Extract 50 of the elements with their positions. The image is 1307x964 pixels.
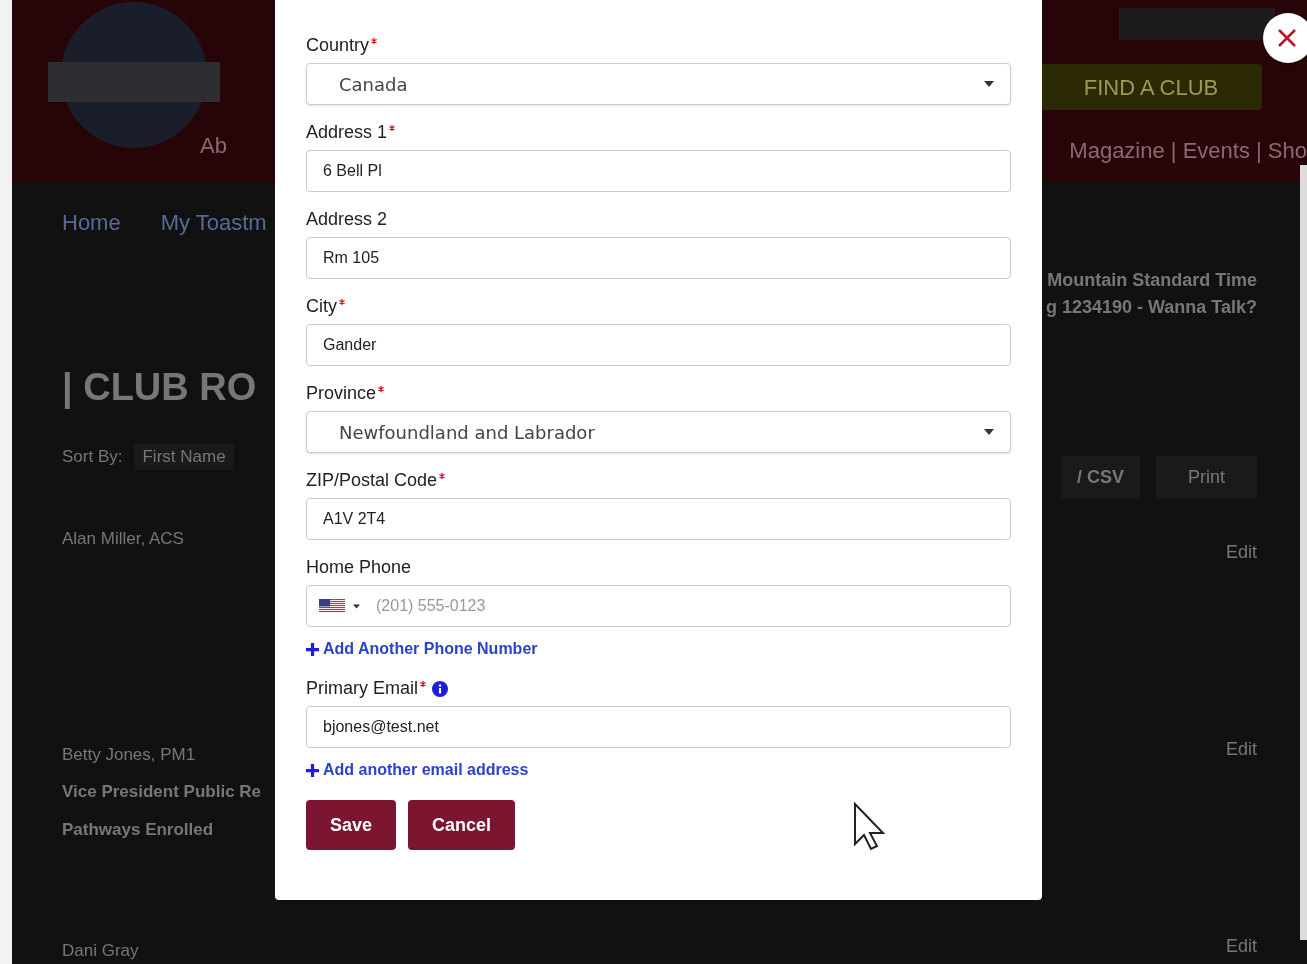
club-info-text: Mountain Standard Time — [1047, 269, 1257, 292]
field-label: Address 2 — [306, 208, 388, 231]
search-field[interactable] — [1119, 8, 1275, 40]
member-name: Betty Jones, PM1 — [62, 743, 197, 766]
caret-icon — [984, 429, 994, 435]
input-field[interactable]: Gander — [306, 324, 1011, 366]
add-link[interactable]: Add Another Phone Number — [323, 637, 538, 661]
club-info-text: g 1234190 - Wanna Talk? — [1045, 296, 1257, 319]
member-detail: Pathways Enrolled — [62, 818, 215, 841]
field-label: Home Phone — [306, 556, 412, 579]
edit-link[interactable]: Edit — [1225, 933, 1257, 960]
breadcrumb-link[interactable]: Home — [62, 206, 121, 239]
page-title: | CLUB RO — [62, 365, 258, 411]
print-button[interactable]: Print — [1156, 456, 1257, 499]
export-button[interactable]: / CSV — [1060, 456, 1140, 499]
sort-select[interactable]: First Name — [134, 444, 234, 470]
nav-link[interactable]: Ab — [200, 129, 227, 162]
plus-icon — [306, 642, 319, 656]
sort-label: Sort By: — [62, 446, 123, 468]
plus-icon — [306, 763, 319, 777]
input-field[interactable]: 6 Bell Pl — [306, 150, 1011, 192]
member-name: Alan Miller, ACS — [62, 527, 185, 550]
caret-icon — [984, 81, 994, 87]
find-club-button[interactable]: FIND A CLUB — [1040, 64, 1262, 110]
phone-number-field[interactable]: (201) 555-0123 — [376, 594, 1010, 618]
caret-icon — [353, 603, 360, 609]
nav-link[interactable]: Magazine | Events | Sho — [1069, 134, 1307, 167]
close-icon — [1277, 28, 1297, 48]
phone-field[interactable]: (201) 555-0123 — [306, 585, 1011, 627]
member-name: Dani Gray — [62, 939, 140, 962]
select-field[interactable]: Canada — [306, 63, 1011, 105]
cursor-icon — [852, 802, 886, 852]
add-link[interactable]: Add another email address — [323, 758, 529, 782]
input-field[interactable]: bjones@test.net — [306, 706, 1011, 748]
field-label: ZIP/Postal Code — [306, 469, 438, 492]
cancel-button[interactable]: Cancel — [408, 800, 516, 850]
flag-icon — [319, 599, 345, 613]
save-button[interactable]: Save — [306, 800, 397, 850]
field-label: Address 1 — [306, 121, 388, 144]
field-label: Province — [306, 382, 377, 405]
edit-link[interactable]: Edit — [1225, 736, 1257, 763]
field-label: City — [306, 295, 337, 318]
member-detail: Vice President Public Re — [62, 781, 263, 803]
field-label: Primary Email — [306, 677, 418, 700]
input-field[interactable]: Rm 105 — [306, 237, 1011, 279]
breadcrumb-link[interactable]: My Toastm — [160, 206, 267, 239]
input-field[interactable]: A1V 2T4 — [306, 498, 1011, 540]
edit-link[interactable]: Edit — [1225, 539, 1257, 566]
select-field[interactable]: Newfoundland and Labrador — [306, 411, 1011, 453]
field-label: Country — [306, 34, 370, 57]
